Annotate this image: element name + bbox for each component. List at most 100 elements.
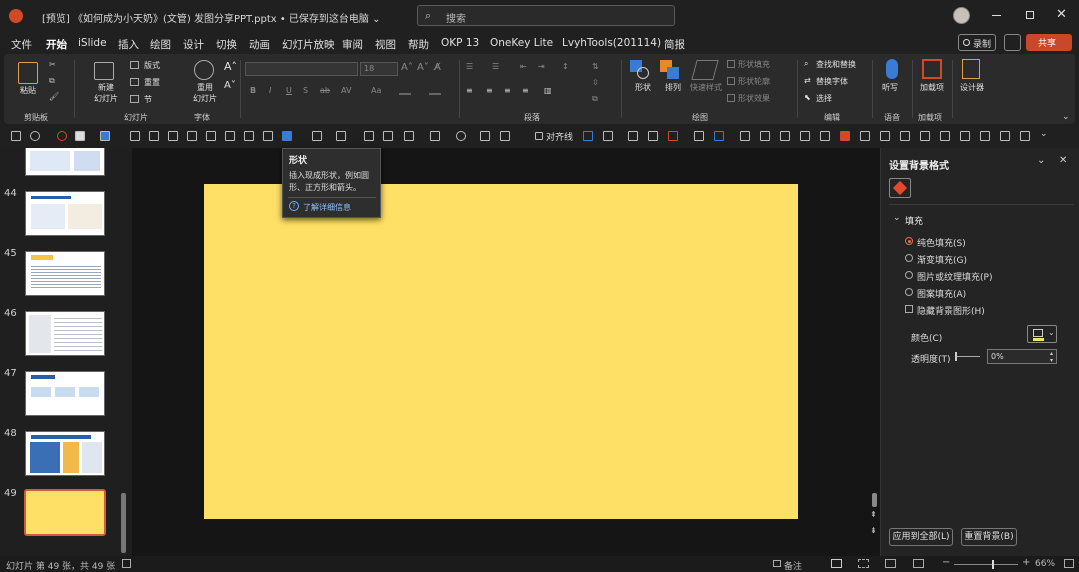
layout-button[interactable]: 版式 <box>144 60 160 71</box>
menu-file[interactable]: 文件 <box>11 37 32 52</box>
comment-button[interactable] <box>1004 34 1021 51</box>
reuse-slides-label[interactable]: 重用 幻灯片 <box>192 82 218 104</box>
designer-label[interactable]: 设计器 <box>960 82 984 93</box>
underline-icon[interactable]: U <box>286 86 292 95</box>
align-bottom-icon[interactable] <box>225 131 235 141</box>
bullets-icon[interactable]: ☰ <box>466 62 473 71</box>
align-middle-icon[interactable] <box>206 131 216 141</box>
menu-okp[interactable]: OKP 13 <box>441 37 479 49</box>
italic-icon[interactable]: I <box>269 86 271 95</box>
search-box[interactable]: ⌕ 搜索 <box>417 5 675 26</box>
apply-to-all-button[interactable]: 应用到全部(L) <box>889 528 953 546</box>
align-right-icon[interactable] <box>168 131 178 141</box>
normal-view-icon[interactable] <box>831 559 842 568</box>
designer-icon[interactable] <box>962 59 980 79</box>
crop-icon[interactable] <box>500 131 510 141</box>
thumbnail-scrollbar[interactable] <box>121 493 126 553</box>
tool-icon[interactable] <box>628 131 638 141</box>
hide-graphics-checkbox[interactable] <box>905 305 913 313</box>
solid-fill-radio[interactable] <box>905 237 913 245</box>
fill-color-icon[interactable] <box>100 131 110 141</box>
slide-thumbnail[interactable] <box>25 371 105 416</box>
tool-icon[interactable] <box>900 131 910 141</box>
indent-increase-icon[interactable]: ⇥ <box>538 62 545 71</box>
tool-icon[interactable] <box>740 131 750 141</box>
hide-graphics-label[interactable]: 隐藏背景图形(H) <box>917 304 985 317</box>
shape-fill-button[interactable]: 形状填充 <box>738 59 770 70</box>
share-button[interactable]: 共享 <box>1026 34 1072 51</box>
arrange-icon[interactable] <box>660 60 680 80</box>
picture-icon[interactable] <box>336 131 346 141</box>
picture-fill-label[interactable]: 图片或纹理填充(P) <box>917 270 992 283</box>
new-slide-label[interactable]: 新建 幻灯片 <box>92 82 120 104</box>
menu-home[interactable]: 开始 <box>46 37 67 56</box>
align-center-icon[interactable] <box>149 131 159 141</box>
microphone-icon[interactable] <box>886 59 898 79</box>
section-button[interactable]: 节 <box>144 94 152 105</box>
user-avatar[interactable] <box>953 7 970 24</box>
group-icon[interactable] <box>364 131 374 141</box>
select-button[interactable]: 选择 <box>816 93 832 104</box>
bold-icon[interactable]: B <box>250 86 256 95</box>
close-icon[interactable]: ✕ <box>1056 7 1067 22</box>
document-title[interactable]: [预览] 《如何成为小天奶》(文管) 发图分享PPT.pptx • 已保存到这台… <box>42 10 380 25</box>
pane-options-icon[interactable]: ⌄ <box>1037 155 1045 166</box>
reading-view-icon[interactable] <box>885 559 896 568</box>
font-color-icon[interactable] <box>429 85 441 95</box>
align-center-icon[interactable]: ≡ <box>486 86 493 95</box>
format-painter-icon[interactable]: 🖌 <box>49 92 59 101</box>
zoom-out-icon[interactable]: − <box>942 557 950 568</box>
align-left-icon[interactable] <box>130 131 140 141</box>
case-icon[interactable]: Aa <box>371 86 381 95</box>
numbering-icon[interactable]: ☰ <box>492 62 499 71</box>
slide-thumbnail-selected[interactable] <box>24 489 106 536</box>
record-button[interactable]: 录制 <box>958 34 996 51</box>
addins-icon[interactable] <box>922 59 942 79</box>
format-icon[interactable] <box>480 131 490 141</box>
menu-briefing[interactable]: 简报 <box>664 37 685 52</box>
menu-review[interactable]: 审阅 <box>342 37 363 52</box>
dictate-label[interactable]: 听写 <box>882 82 898 93</box>
shapes-icon[interactable] <box>630 60 650 80</box>
slide-thumbnail[interactable] <box>25 251 105 296</box>
find-button[interactable]: 查找和替换 <box>816 59 856 70</box>
indent-decrease-icon[interactable]: ⇤ <box>520 62 527 71</box>
slideshow-icon[interactable] <box>913 559 924 568</box>
slider-handle[interactable] <box>955 352 957 361</box>
justify-icon[interactable]: ≡ <box>522 86 529 95</box>
tool-icon[interactable] <box>780 131 790 141</box>
menu-help[interactable]: 帮助 <box>408 37 429 52</box>
arrange-label[interactable]: 排列 <box>665 82 681 93</box>
scroll-down-icon[interactable]: ⇟ <box>870 526 877 535</box>
align-text-icon[interactable]: ⇳ <box>592 78 599 87</box>
reset-background-button[interactable]: 重置背景(B) <box>961 528 1017 546</box>
increase-font-icon[interactable]: A˄ <box>401 62 413 73</box>
zoom-in-icon[interactable]: + <box>1022 557 1030 568</box>
picture-fill-radio[interactable] <box>905 271 913 279</box>
zoom-slider[interactable] <box>954 560 1018 569</box>
paste-icon[interactable] <box>18 62 38 84</box>
tool-icon[interactable] <box>760 131 770 141</box>
font-size-select[interactable]: 18 <box>360 62 398 76</box>
minimize-icon[interactable] <box>992 15 1001 16</box>
font-family-select[interactable] <box>245 62 358 76</box>
slide[interactable] <box>204 184 798 519</box>
quick-styles-label[interactable]: 快速样式 <box>690 82 722 93</box>
shadow-icon[interactable]: S <box>303 86 308 95</box>
fill-section-toggle-icon[interactable]: ⌄ <box>893 213 901 223</box>
align-guides-label[interactable]: 对齐线 <box>546 130 573 143</box>
undo-icon[interactable] <box>30 131 40 141</box>
pattern-fill-radio[interactable] <box>905 288 913 296</box>
tool-icon[interactable] <box>583 131 593 141</box>
tool-icon[interactable] <box>960 131 970 141</box>
transparency-slider[interactable] <box>955 352 980 361</box>
menu-lvyhtools[interactable]: LvyhTools(201114) <box>562 37 661 49</box>
tool-icon[interactable] <box>820 131 830 141</box>
align-left-icon[interactable]: ≡ <box>466 86 473 95</box>
align-top-icon[interactable] <box>187 131 197 141</box>
replace-font-button[interactable]: 替换字体 <box>816 76 848 87</box>
menu-onekey[interactable]: OneKey Lite <box>490 37 553 49</box>
record-icon[interactable] <box>57 131 67 141</box>
reuse-slides-icon[interactable] <box>194 60 214 80</box>
guides-checkbox[interactable] <box>535 132 543 140</box>
